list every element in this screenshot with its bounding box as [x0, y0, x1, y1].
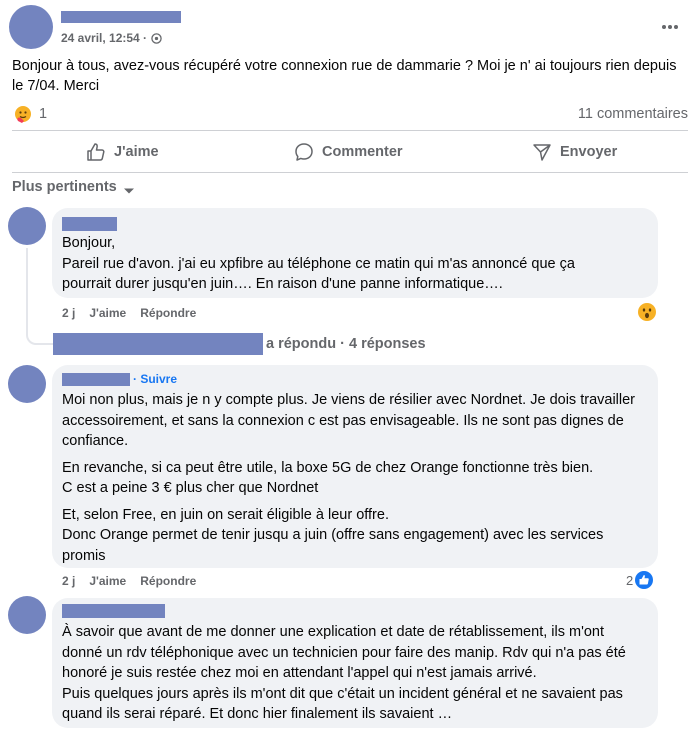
post-text: Bonjour à tous, avez-vous récupéré votre…	[12, 58, 677, 94]
follow-button[interactable]: · Suivre	[133, 372, 177, 386]
commenter-avatar[interactable]	[8, 596, 46, 634]
comment-paragraph: Moi non plus, mais je n y compte plus. J…	[62, 392, 636, 449]
comment-reply-button[interactable]: Répondre	[140, 574, 196, 588]
commenter-avatar[interactable]	[8, 207, 46, 245]
comment-paragraph: En revanche, si ca peut être utile, la b…	[62, 459, 594, 497]
wow-reaction-icon[interactable]	[637, 302, 657, 322]
sort-dropdown[interactable]: Plus pertinents	[12, 179, 135, 195]
care-reaction-icon[interactable]	[13, 104, 33, 124]
send-label: Envoyer	[560, 144, 618, 160]
view-replies-link[interactable]: a répondu · 4 réponses	[266, 336, 426, 352]
like-label: J'aime	[114, 144, 159, 160]
post-date[interactable]: 24 avril, 12:54 ·	[61, 31, 147, 45]
thumbs-up-icon	[86, 142, 106, 162]
divider	[12, 130, 688, 131]
comment-time[interactable]: 2 j	[62, 574, 75, 588]
thread-line	[26, 248, 54, 345]
comment-bubble: Bonjour, Pareil rue d'avon. j'ai eu xpfi…	[52, 208, 658, 298]
comments-count[interactable]: 11 commentaires	[555, 106, 688, 122]
like-button[interactable]: J'aime	[86, 141, 159, 163]
sort-label: Plus pertinents	[12, 179, 117, 195]
comment-bubble-icon	[294, 142, 314, 162]
comment-like-button[interactable]: J'aime	[89, 306, 126, 320]
commenter-name[interactable]	[62, 604, 165, 618]
comment-paragraph: Et, selon Free, en juin on serait éligib…	[62, 506, 604, 564]
comment-reactions[interactable]: 2	[626, 571, 654, 589]
comment-bubble: · Suivre Moi non plus, mais je n y compt…	[52, 365, 658, 568]
thread-line	[26, 396, 28, 580]
more-horizontal-icon[interactable]	[660, 18, 680, 29]
send-icon	[532, 142, 552, 162]
comment-label: Commenter	[322, 144, 403, 160]
comment-text: À savoir que avant de me donner une expl…	[62, 624, 626, 722]
comment-reply-button[interactable]: Répondre	[140, 306, 196, 320]
send-button[interactable]: Envoyer	[532, 141, 617, 163]
comment-like-button[interactable]: J'aime	[89, 574, 126, 588]
commenter-name[interactable]	[62, 372, 130, 386]
replier-name[interactable]	[53, 333, 263, 355]
reaction-count[interactable]: 1	[39, 106, 47, 122]
post-author-name[interactable]	[61, 11, 181, 23]
comment-bubble: À savoir que avant de me donner une expl…	[52, 598, 658, 728]
commenter-name[interactable]	[62, 217, 117, 231]
caret-down-icon	[123, 183, 135, 194]
globe-icon	[151, 32, 162, 44]
comment-button[interactable]: Commenter	[294, 141, 403, 163]
like-reaction-icon	[635, 571, 654, 589]
comment-time[interactable]: 2 j	[62, 306, 75, 320]
comment-text: Bonjour, Pareil rue d'avon. j'ai eu xpfi…	[62, 235, 575, 292]
commenter-avatar[interactable]	[8, 365, 46, 403]
post-author-avatar[interactable]	[9, 5, 53, 49]
comment-text: Moi non plus, mais je n y compte plus. J…	[62, 390, 642, 566]
divider	[12, 172, 688, 173]
comment-reaction-count: 2	[626, 572, 634, 588]
